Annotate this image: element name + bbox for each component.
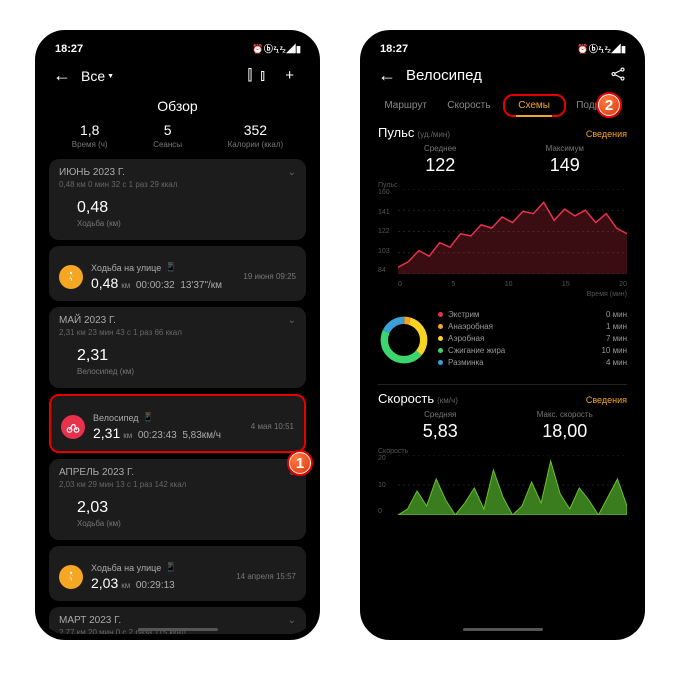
speed-stats: Средняя5,83 Макс. скорость18,00 [366, 406, 639, 448]
zone-row: Сжигание жира10 мин [438, 346, 627, 355]
activity-card[interactable]: Велосипед 📱2,31км 00:23:43 5,83км/ч4 мая… [49, 394, 306, 453]
zones-donut [378, 314, 430, 366]
zone-row: Экстрим0 мин [438, 310, 627, 319]
home-indicator[interactable] [138, 628, 218, 631]
clock: 18:27 [55, 43, 83, 55]
speed-header: Скорость(км/ч) Сведения [366, 391, 639, 406]
share-icon[interactable] [609, 65, 627, 86]
total-calories: 352Калории (ккал) [228, 122, 284, 149]
speed-details-link[interactable]: Сведения [586, 395, 627, 405]
chevron-down-icon: ⌄ [288, 615, 296, 626]
phone-icon: 📱 [165, 262, 176, 273]
header: ← Велосипед [366, 57, 639, 94]
speed-chart: 20100 [378, 455, 627, 525]
pulse-max: Максимум149 [503, 144, 628, 176]
pulse-chart: 16014112210384 05101520 Время (мин) [378, 189, 627, 284]
add-icon[interactable]: + [285, 67, 302, 84]
month-card[interactable]: ИЮНЬ 2023 Г.⌄0,48 км 0 мин 32 с 1 раз 29… [49, 159, 306, 240]
annotation-badge-1: 1 [287, 450, 313, 476]
zone-row: Разминка4 мин [438, 358, 627, 367]
back-icon[interactable]: ← [378, 65, 396, 86]
phone-icon: 📱 [143, 412, 154, 423]
tab-route[interactable]: Маршрут [376, 94, 435, 117]
bike-icon [61, 415, 85, 439]
status-icons: ⏰ ⓑ ᶻ₁ ᶻ₂ ◢ ▮ [577, 42, 625, 55]
total-time: 1,8Время (ч) [72, 122, 108, 149]
zone-row: Анаэробная1 мин [438, 322, 627, 331]
status-icons: ⏰ ⓑ ᶻ₁ ᶻ₂ ◢ ▮ [252, 42, 300, 55]
status-bar: 18:27 ⏰ ⓑ ᶻ₁ ᶻ₂ ◢ ▮ [41, 36, 314, 57]
speed-max: Макс. скорость18,00 [503, 410, 628, 442]
tab-schemes[interactable]: Схемы [503, 94, 566, 117]
totals-row: 1,8Время (ч) 5Сеансы 352Калории (ккал) [41, 122, 314, 159]
walk-icon [59, 265, 83, 289]
zones-legend: Экстрим0 мин Анаэробная1 мин Аэробная7 мин… [366, 300, 639, 378]
pulse-details-link[interactable]: Сведения [586, 129, 627, 139]
chevron-down-icon: ⌄ [288, 315, 296, 326]
speed-y-label: Скорость [378, 448, 639, 455]
pulse-avg: Среднее122 [378, 144, 503, 176]
chevron-down-icon: ⌄ [288, 167, 296, 178]
walk-icon [59, 565, 83, 589]
divider [378, 384, 627, 385]
section-title: Обзор [41, 94, 314, 122]
status-bar: 18:27 ⏰ ⓑ ᶻ₁ ᶻ₂ ◢ ▮ [366, 36, 639, 57]
category-dropdown[interactable]: Все▼ [81, 68, 237, 84]
pulse-header: Пульс(уд./мин) Сведения [366, 125, 639, 140]
month-card[interactable]: АПРЕЛЬ 2023 Г.⌄2,03 км 29 мин 13 с 1 раз… [49, 459, 306, 540]
clock: 18:27 [380, 43, 408, 55]
header: ← Все▼ ⫿⫾ + [41, 57, 314, 94]
phone-overview: 18:27 ⏰ ⓑ ᶻ₁ ᶻ₂ ◢ ▮ ← Все▼ ⫿⫾ + Обзор 1,… [41, 36, 314, 634]
speed-avg: Средняя5,83 [378, 410, 503, 442]
phone-icon: 📱 [165, 562, 176, 573]
pulse-stats: Среднее122 Максимум149 [366, 140, 639, 182]
back-icon[interactable]: ← [53, 65, 71, 86]
total-sessions: 5Сеансы [153, 122, 182, 149]
page-title: Велосипед [406, 67, 599, 84]
header-actions: ⫿⫾ + [247, 67, 302, 84]
home-indicator[interactable] [463, 628, 543, 631]
phone-detail: 18:27 ⏰ ⓑ ᶻ₁ ᶻ₂ ◢ ▮ ← Велосипед Маршрут … [366, 36, 639, 634]
pulse-y-label: Пульс [378, 182, 639, 189]
month-card[interactable]: МАЙ 2023 Г.⌄2,31 км 23 мин 43 с 1 раз 66… [49, 307, 306, 388]
tab-speed[interactable]: Скорость [439, 94, 498, 117]
activity-card[interactable]: Ходьба на улице 📱0,48км 00:00:32 13'37"/… [49, 246, 306, 301]
zone-row: Аэробная7 мин [438, 334, 627, 343]
activity-card[interactable]: Ходьба на улице 📱2,03км 00:29:13 14 апре… [49, 546, 306, 601]
stats-icon[interactable]: ⫿⫾ [247, 67, 273, 84]
annotation-badge-2: 2 [596, 92, 622, 118]
